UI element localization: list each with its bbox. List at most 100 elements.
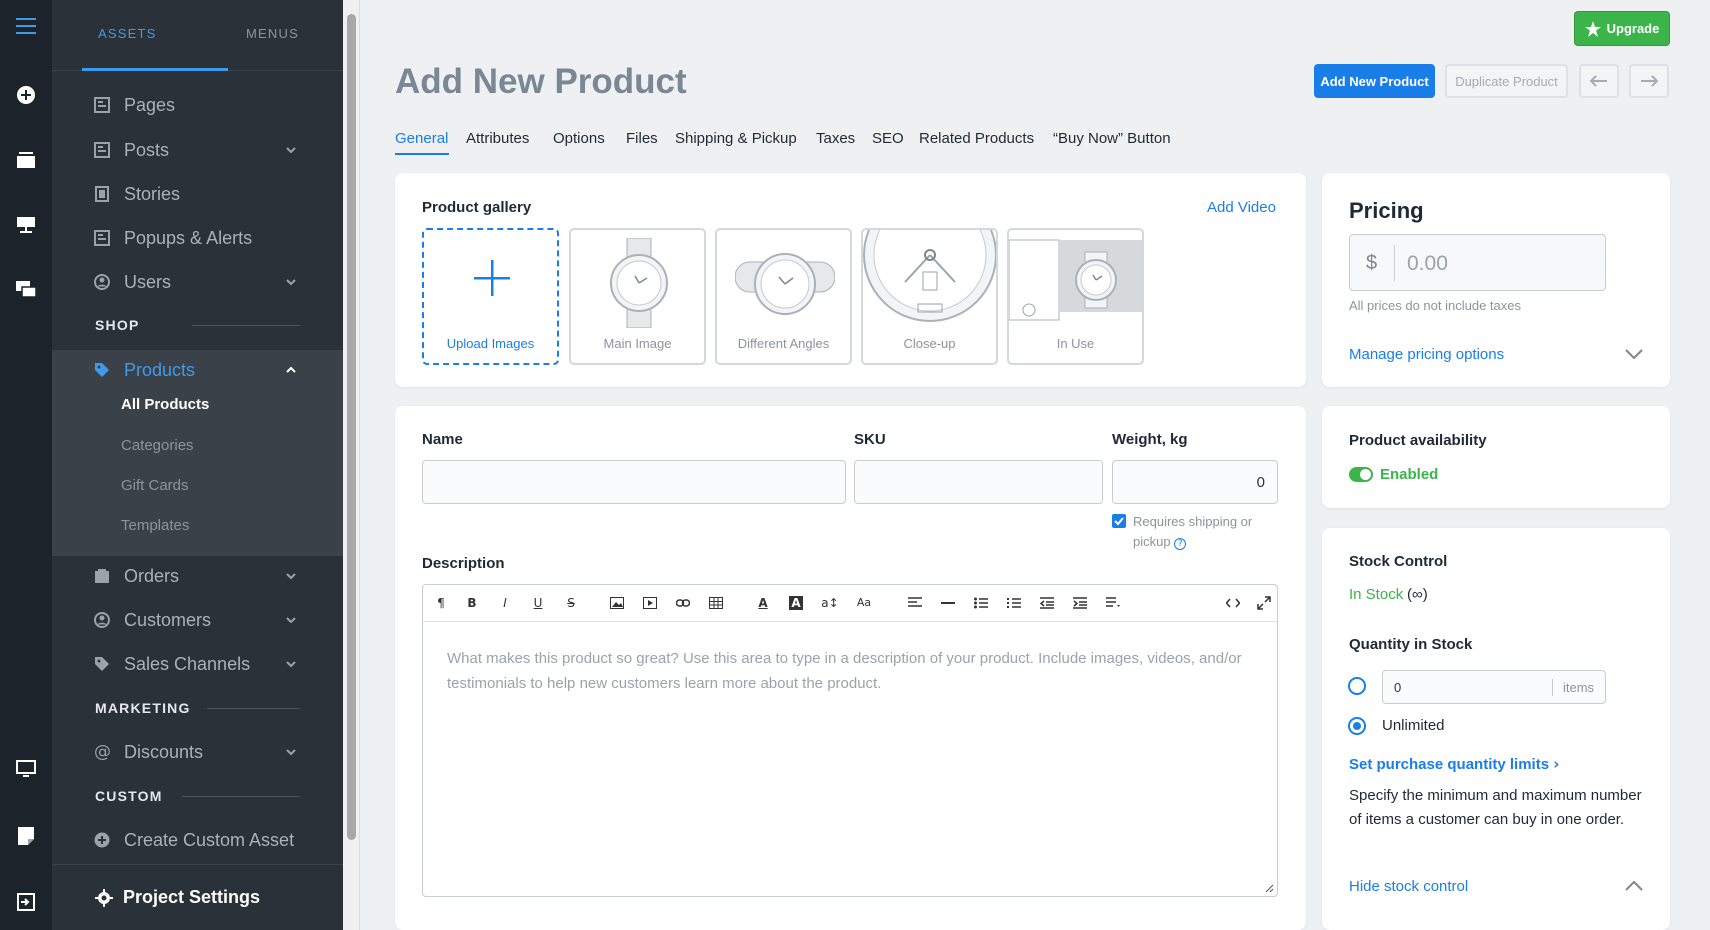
quantity-value: 0 bbox=[1394, 680, 1402, 695]
thumb-caption: Upload Images bbox=[446, 336, 535, 351]
italic-icon[interactable]: I bbox=[498, 596, 512, 610]
note-icon[interactable] bbox=[14, 824, 38, 848]
sidebar-item-customers[interactable]: Customers bbox=[52, 600, 343, 640]
sidebar-scrollbar[interactable] bbox=[343, 0, 360, 930]
tab-shipping-pickup[interactable]: Shipping & Pickup bbox=[675, 130, 797, 147]
resize-handle-icon[interactable] bbox=[1264, 883, 1274, 893]
tab-buy-now-button[interactable]: “Buy Now” Button bbox=[1053, 130, 1171, 147]
manage-pricing-link[interactable]: Manage pricing options bbox=[1349, 346, 1504, 363]
quantity-input[interactable]: 0 items bbox=[1382, 670, 1606, 704]
bold-icon[interactable]: B bbox=[465, 596, 479, 610]
gallery-title: Product gallery bbox=[422, 199, 532, 216]
paragraph-format-icon[interactable] bbox=[1106, 596, 1120, 610]
board-icon[interactable] bbox=[14, 213, 38, 237]
tab-assets[interactable]: ASSETS bbox=[98, 26, 157, 41]
indent-icon[interactable] bbox=[1073, 596, 1087, 610]
sidebar-subitem-gift-cards[interactable]: Gift Cards bbox=[121, 477, 189, 494]
sku-input[interactable] bbox=[854, 460, 1103, 504]
add-circle-icon[interactable] bbox=[14, 83, 38, 107]
duplicate-product-button[interactable]: Duplicate Product bbox=[1445, 64, 1568, 98]
tab-attributes[interactable]: Attributes bbox=[466, 130, 529, 147]
numbered-list-icon[interactable] bbox=[1007, 596, 1021, 610]
chat-icon[interactable] bbox=[14, 278, 38, 302]
text-color-icon[interactable]: A bbox=[756, 596, 770, 610]
font-family-icon[interactable]: Aa bbox=[855, 596, 873, 610]
tab-underline bbox=[82, 68, 228, 71]
monitor-icon[interactable] bbox=[14, 757, 38, 781]
different-angles-slot[interactable]: Different Angles bbox=[715, 228, 852, 365]
upload-images-button[interactable]: Upload Images bbox=[422, 228, 559, 365]
tab-options[interactable]: Options bbox=[553, 130, 605, 147]
font-size-icon[interactable]: a↕ bbox=[821, 596, 839, 610]
sidebar-item-create-custom-asset[interactable]: Create Custom Asset bbox=[52, 820, 343, 860]
table-icon[interactable] bbox=[709, 596, 723, 610]
folder-icon[interactable] bbox=[14, 148, 38, 172]
fullscreen-icon[interactable] bbox=[1257, 596, 1271, 610]
previous-button[interactable] bbox=[1579, 64, 1619, 98]
description-editor[interactable]: ¶ B I U S A A a↕ Aa What makes this prod… bbox=[422, 584, 1278, 897]
name-input[interactable] bbox=[422, 460, 846, 504]
price-input[interactable]: $ 0.00 bbox=[1349, 234, 1606, 291]
availability-toggle[interactable] bbox=[1349, 467, 1373, 482]
code-view-icon[interactable] bbox=[1226, 596, 1240, 610]
video-icon[interactable] bbox=[643, 596, 657, 610]
chevron-up-icon[interactable] bbox=[1625, 880, 1643, 892]
weight-input[interactable]: 0 bbox=[1112, 460, 1278, 504]
project-settings-button[interactable]: Project Settings bbox=[52, 864, 343, 930]
next-button[interactable] bbox=[1629, 64, 1669, 98]
chevron-up-icon[interactable] bbox=[286, 365, 296, 375]
link-icon[interactable] bbox=[676, 596, 690, 610]
quantity-radio[interactable] bbox=[1348, 677, 1366, 695]
chevron-down-icon[interactable] bbox=[286, 145, 296, 155]
image-icon[interactable] bbox=[610, 596, 624, 610]
strikethrough-icon[interactable]: S bbox=[564, 596, 578, 610]
close-up-slot[interactable]: Close-up bbox=[861, 228, 998, 365]
paragraph-icon[interactable]: ¶ bbox=[434, 596, 448, 610]
sidebar-item-stories[interactable]: Stories bbox=[52, 174, 343, 214]
sidebar-item-users[interactable]: Users bbox=[52, 262, 343, 302]
sidebar-item-pages[interactable]: Pages bbox=[52, 85, 343, 125]
align-left-icon[interactable] bbox=[908, 596, 922, 610]
thumb-caption: In Use bbox=[1056, 336, 1095, 351]
purchase-limits-link[interactable]: Set purchase quantity limits › bbox=[1349, 755, 1559, 773]
sidebar-item-sales-channels[interactable]: Sales Channels bbox=[52, 644, 343, 684]
main-image-slot[interactable]: Main Image bbox=[569, 228, 706, 365]
hide-stock-control-link[interactable]: Hide stock control bbox=[1349, 878, 1468, 895]
tab-related-products[interactable]: Related Products bbox=[919, 130, 1034, 147]
tab-taxes[interactable]: Taxes bbox=[816, 130, 855, 147]
add-new-product-button[interactable]: Add New Product bbox=[1314, 64, 1435, 98]
sidebar-subitem-templates[interactable]: Templates bbox=[121, 517, 189, 534]
hamburger-menu-icon[interactable] bbox=[14, 14, 38, 38]
add-video-link[interactable]: Add Video bbox=[1207, 199, 1276, 216]
sidebar-item-discounts[interactable]: @ Discounts bbox=[52, 732, 343, 772]
unlimited-radio[interactable] bbox=[1348, 717, 1366, 735]
requires-shipping-checkbox[interactable] bbox=[1112, 514, 1126, 528]
chevron-down-icon[interactable] bbox=[286, 747, 296, 757]
in-use-slot[interactable]: In Use bbox=[1007, 228, 1144, 365]
tab-menus[interactable]: MENUS bbox=[246, 26, 299, 41]
horizontal-rule-icon[interactable] bbox=[941, 596, 955, 610]
upgrade-button[interactable]: Upgrade bbox=[1574, 11, 1670, 46]
logout-icon[interactable] bbox=[14, 890, 38, 914]
help-icon[interactable]: ? bbox=[1174, 538, 1187, 550]
sidebar-subitem-categories[interactable]: Categories bbox=[121, 437, 194, 454]
sidebar-item-products[interactable]: Products bbox=[52, 350, 343, 390]
bullet-list-icon[interactable] bbox=[974, 596, 988, 610]
sku-label: SKU bbox=[854, 431, 886, 448]
outdent-icon[interactable] bbox=[1040, 596, 1054, 610]
tab-seo[interactable]: SEO bbox=[872, 130, 904, 147]
sidebar-item-popups[interactable]: Popups & Alerts bbox=[52, 218, 343, 258]
tab-general[interactable]: General bbox=[395, 130, 448, 147]
chevron-down-icon[interactable] bbox=[286, 571, 296, 581]
highlight-icon[interactable]: A bbox=[789, 596, 803, 610]
sidebar-subitem-all-products[interactable]: All Products bbox=[121, 396, 209, 413]
sidebar-item-orders[interactable]: Orders bbox=[52, 556, 343, 596]
chevron-down-icon[interactable] bbox=[286, 277, 296, 287]
chevron-down-icon[interactable] bbox=[286, 659, 296, 669]
chevron-down-icon[interactable] bbox=[1625, 348, 1643, 360]
sidebar-item-posts[interactable]: Posts bbox=[52, 130, 343, 170]
scrollbar-thumb[interactable] bbox=[347, 14, 356, 840]
chevron-down-icon[interactable] bbox=[286, 615, 296, 625]
tab-files[interactable]: Files bbox=[626, 130, 658, 147]
underline-icon[interactable]: U bbox=[531, 596, 545, 610]
